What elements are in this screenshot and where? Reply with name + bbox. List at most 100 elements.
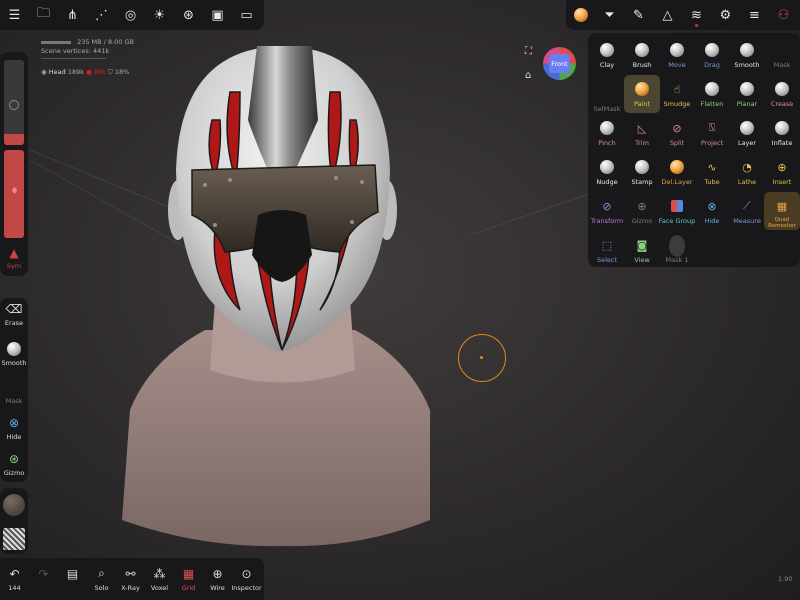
material-ball-swatch[interactable]	[3, 494, 25, 516]
tube-icon: ∿	[707, 160, 717, 174]
tool-split[interactable]: ⊘ Split	[659, 114, 695, 152]
home-icon[interactable]: ⌂	[525, 70, 531, 81]
tool-mask1[interactable]: Mask 1	[659, 231, 695, 269]
tool-tube[interactable]: ∿ Tube	[694, 153, 730, 191]
matcap-icon[interactable]	[566, 0, 595, 30]
xray-button[interactable]: ⚯ X-Ray	[116, 558, 145, 600]
video-icon[interactable]: ▭	[232, 0, 261, 30]
shield-icon: ⛉	[107, 68, 113, 76]
tool-trim[interactable]: ◺ Trim	[624, 114, 660, 152]
hide-button[interactable]: ⊗ Hide	[0, 416, 28, 441]
mesh-name: Head	[48, 68, 66, 76]
settings-wheel-icon[interactable]: ⊛	[174, 0, 203, 30]
tool-selmask[interactable]: SelMask	[589, 75, 625, 113]
project-icon: ⍂	[708, 121, 716, 134]
smooth-button[interactable]: Smooth	[0, 342, 28, 367]
tool-planar[interactable]: Planar	[729, 75, 765, 113]
tool-flatten[interactable]: Flatten	[694, 75, 730, 113]
drop-icon: ♦	[10, 186, 19, 197]
select-icon: ⬚	[601, 238, 613, 252]
tool-view[interactable]: ◙ View	[624, 231, 660, 269]
tool-paint[interactable]: Paint	[624, 75, 660, 113]
memory-text: 235 MB / 8.00 GB	[77, 38, 134, 46]
circle-icon	[9, 100, 19, 110]
tool-insert[interactable]: ⊕ Insert	[764, 153, 800, 191]
brush-cursor	[458, 334, 506, 382]
tool-inflate[interactable]: Inflate	[764, 114, 800, 152]
share-icon[interactable]: ⋔	[58, 0, 87, 30]
layers-icon[interactable]: ≋	[682, 0, 711, 30]
tool-clay[interactable]: Clay	[589, 36, 625, 74]
tool-hide[interactable]: ⊗ Hide	[694, 192, 730, 230]
symmetry-icon[interactable]: △	[653, 0, 682, 30]
sym-icon: ▲	[9, 246, 19, 260]
history-button[interactable]: ▤	[58, 558, 87, 600]
tool-move[interactable]: Move	[659, 36, 695, 74]
version-label: 1.90	[778, 575, 793, 583]
mask-button[interactable]: Mask	[0, 380, 28, 405]
left-sliders-panel: ♦ ▲ Sym	[0, 52, 28, 276]
inspector-button[interactable]: ⊙ Inspector	[231, 558, 261, 600]
bottom-toolbar: ↶ 144 ↷ ▤ ⌕ Solo ⚯ X-Ray ⁂ Voxel ▦ Grid ⊕ Wire…	[0, 558, 264, 600]
tool-transform[interactable]: ⊘ Transform	[589, 192, 625, 230]
eyedropper-icon[interactable]: ✎	[624, 0, 653, 30]
tool-drag[interactable]: Drag	[694, 36, 730, 74]
inspector-icon: ⊙	[241, 566, 252, 581]
hamburger-icon[interactable]: ☰	[0, 0, 29, 30]
tool-stamp[interactable]: Stamp	[624, 153, 660, 191]
tool-select[interactable]: ⬚ Select	[589, 231, 625, 269]
mesh-info: ◉ Head 189k ● 86k ⛉ 18%	[41, 68, 129, 77]
sym-toggle[interactable]: ▲ Sym	[0, 246, 28, 270]
tool-measure[interactable]: ⟋ Measure	[729, 192, 765, 230]
erase-button[interactable]: ⌫ Erase	[0, 302, 28, 327]
grid-button[interactable]: ▦ Grid	[174, 558, 203, 600]
tool-nudge[interactable]: Nudge	[589, 153, 625, 191]
tool-gizmo[interactable]: ⊕ Gizmo	[624, 192, 660, 230]
image-icon[interactable]: ▣	[203, 0, 232, 30]
intensity-slider[interactable]: ♦	[4, 150, 24, 238]
gizmo-button[interactable]: ⊛ Gizmo	[0, 452, 28, 477]
memory-readout: 235 MB / 8.00 GB	[41, 38, 134, 46]
vr-icon[interactable]: ⚇	[769, 0, 798, 30]
undo-button[interactable]: ↶ 144	[0, 558, 29, 600]
tool-lathe[interactable]: ◔ Lathe	[729, 153, 765, 191]
facegroup-icon	[669, 198, 685, 214]
filter-icon[interactable]: ⏷	[595, 0, 624, 30]
wire-button[interactable]: ⊕ Wire	[203, 558, 232, 600]
gizmo-icon: ⊕	[637, 199, 647, 213]
tool-quad-remesher[interactable]: ▦ Quad Remesher	[764, 192, 800, 230]
tool-brush[interactable]: Brush	[624, 36, 660, 74]
tool-smooth[interactable]: Smooth	[729, 36, 765, 74]
material-icon[interactable]: ◎	[116, 0, 145, 30]
solo-button[interactable]: ⌕ Solo	[87, 558, 116, 600]
gizmo-icon: ⊛	[8, 452, 20, 466]
view-cube[interactable]: Front	[543, 47, 576, 80]
light-icon[interactable]: ☀	[145, 0, 174, 30]
gear-icon[interactable]: ⚙	[711, 0, 740, 30]
grid-icon: ▦	[182, 566, 195, 581]
mask1-swatch	[669, 235, 685, 257]
camera-icon: ◙	[636, 238, 648, 252]
lathe-icon: ◔	[742, 160, 752, 174]
eye-icon[interactable]: ◉	[41, 68, 47, 76]
tool-crease[interactable]: Crease	[764, 75, 800, 113]
tool-project[interactable]: ⍂ Project	[694, 114, 730, 152]
tool-dellayer[interactable]: Del.Layer	[659, 153, 695, 191]
alpha-pattern-swatch[interactable]	[3, 528, 25, 550]
scene-tree-icon[interactable]: ⋰	[87, 0, 116, 30]
tool-mask[interactable]: Mask	[764, 36, 800, 74]
redo-button[interactable]: ↷	[29, 558, 58, 600]
fullscreen-icon[interactable]: ⛶	[525, 46, 532, 57]
sliders-icon[interactable]: ≡	[740, 0, 769, 30]
tool-smudge[interactable]: ☝ Smudge	[659, 75, 695, 113]
count-b: 86k	[93, 68, 106, 76]
eraser-icon: ⌫	[5, 302, 23, 316]
insert-icon: ⊕	[777, 160, 787, 174]
tool-pinch[interactable]: Pinch	[589, 114, 625, 152]
radius-slider[interactable]	[4, 60, 24, 145]
top-left-toolbar: ☰ 🗀 ⋔ ⋰ ◎ ☀ ⊛ ▣ ▭	[0, 0, 264, 30]
voxel-button[interactable]: ⁂ Voxel	[145, 558, 174, 600]
folder-icon[interactable]: 🗀	[29, 0, 58, 30]
tool-facegroup[interactable]: Face Group	[659, 192, 695, 230]
tool-layer[interactable]: Layer	[729, 114, 765, 152]
